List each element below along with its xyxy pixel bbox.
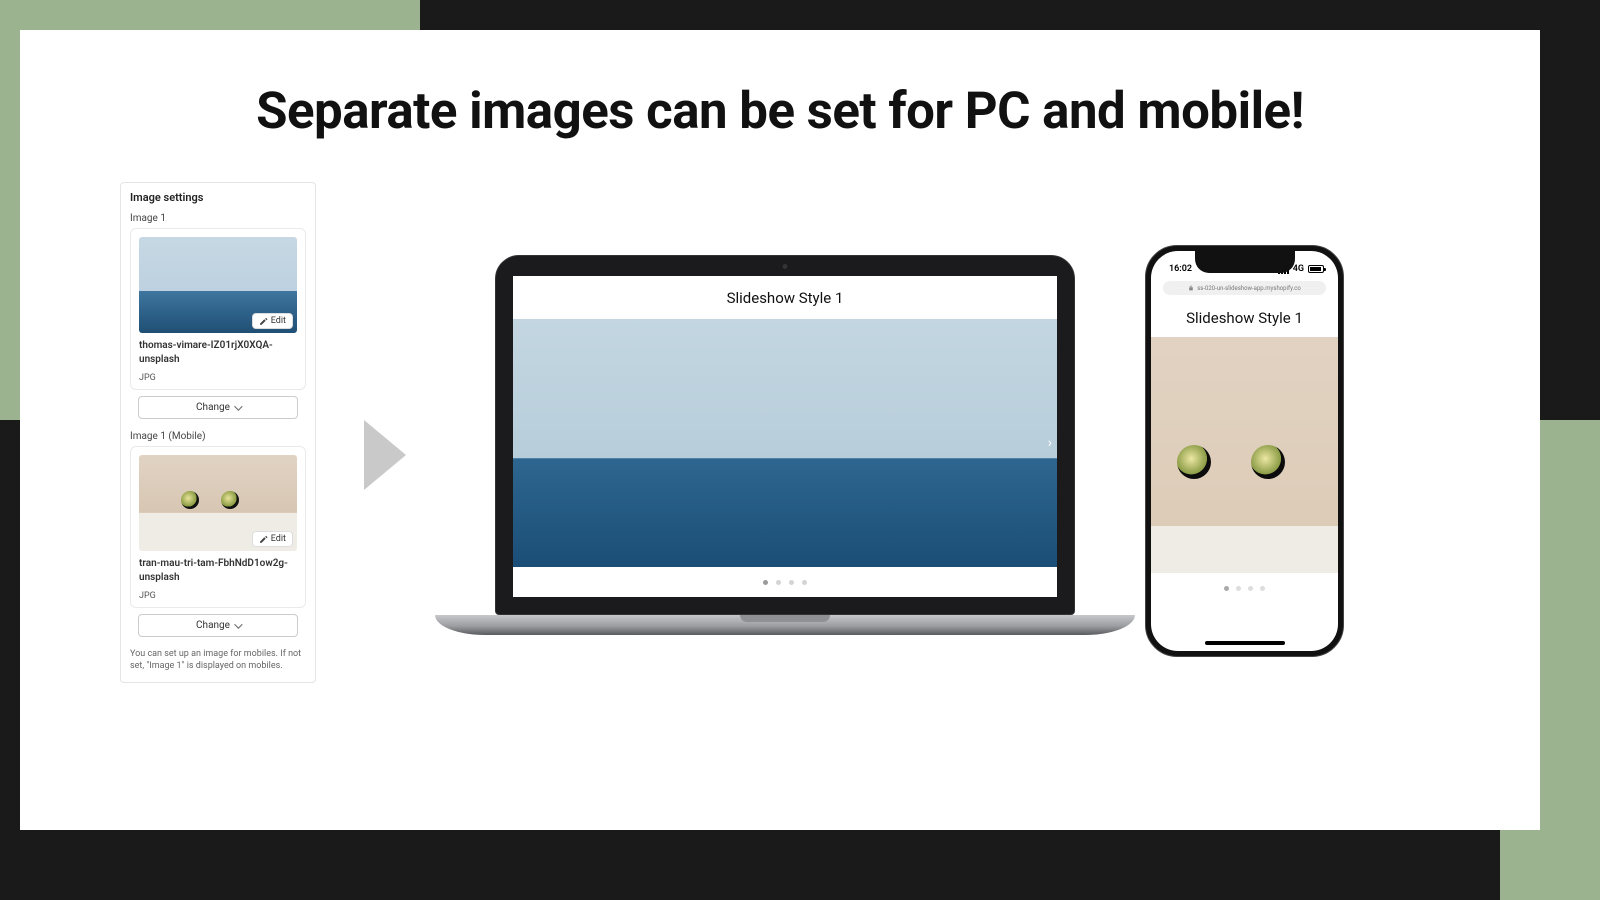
camera-icon [783,264,788,269]
phone-screen: 16:02 4G ss-020-un-slideshow-app.myshopi… [1151,251,1338,651]
laptop-slideshow-title: Slideshow Style 1 [513,276,1057,319]
edit-label: Edit [271,534,286,544]
image1-mobile-filename: tran-mau-tri-tam-FbhNdD1ow2g-unsplash [139,557,297,584]
image1-mobile-edit-button[interactable]: Edit [252,531,293,547]
carousel-next-icon[interactable]: › [1048,435,1052,451]
change-label: Change [196,620,230,631]
image1-mobile-filetype: JPG [139,591,297,601]
edit-label: Edit [271,316,286,326]
page-headline: Separate images can be set for PC and mo… [20,82,1540,141]
image1-mobile-change-button[interactable]: Change [138,614,298,637]
phone-mockup: 16:02 4G ss-020-un-slideshow-app.myshopi… [1145,245,1344,657]
carousel-dot[interactable] [1248,586,1253,591]
carousel-dots [513,567,1057,597]
phone-carousel-dots [1151,573,1338,603]
image1-label: Image 1 [121,210,315,228]
laptop-slide-image[interactable]: › [513,319,1057,567]
image1-mobile-thumbnail[interactable]: Edit [139,455,297,551]
carousel-dot[interactable] [1236,586,1241,591]
image1-filetype: JPG [139,373,297,383]
chevron-down-icon [234,620,242,628]
image1-card: Edit thomas-vimare-IZ01rjX0XQA-unsplash … [130,228,306,390]
carousel-dot[interactable] [1260,586,1265,591]
cat-eye-decor [1251,445,1285,479]
laptop-base [435,615,1135,635]
carousel-dot[interactable] [789,580,794,585]
image1-change-button[interactable]: Change [138,396,298,419]
image-settings-panel: Image settings Image 1 Edit thomas-vimar… [120,182,316,683]
cat-eye-decor [1177,445,1211,479]
image1-mobile-card: Edit tran-mau-tri-tam-FbhNdD1ow2g-unspla… [130,446,306,608]
laptop-mockup: Slideshow Style 1 › [495,255,1075,645]
mobile-image-help-text: You can set up an image for mobiles. If … [121,646,315,672]
phone-notch [1195,251,1295,273]
lock-icon [1188,285,1194,291]
laptop-hinge-notch [740,615,830,622]
image1-mobile-label: Image 1 (Mobile) [121,428,315,446]
page-canvas: Separate images can be set for PC and mo… [20,30,1540,830]
status-network: 4G [1293,264,1304,274]
carousel-dot[interactable] [763,580,768,585]
arrow-right-icon [364,420,406,490]
image1-thumbnail[interactable]: Edit [139,237,297,333]
phone-body: 16:02 4G ss-020-un-slideshow-app.myshopi… [1145,245,1344,657]
laptop-screen: Slideshow Style 1 › [513,276,1057,597]
address-bar[interactable]: ss-020-un-slideshow-app.myshopify.co [1163,281,1326,295]
phone-slideshow-title: Slideshow Style 1 [1151,299,1338,337]
change-label: Change [196,402,230,413]
settings-title: Image settings [121,183,315,210]
chevron-down-icon [234,402,242,410]
cat-eye-decor [181,491,199,509]
carousel-dot[interactable] [776,580,781,585]
image1-edit-button[interactable]: Edit [252,313,293,329]
battery-icon [1308,265,1324,273]
carousel-dot[interactable] [1224,586,1229,591]
cat-eye-decor [221,491,239,509]
address-text: ss-020-un-slideshow-app.myshopify.co [1197,285,1301,292]
image1-filename: thomas-vimare-IZ01rjX0XQA-unsplash [139,339,297,366]
pencil-icon [259,535,268,544]
pencil-icon [259,317,268,326]
phone-slide-image[interactable] [1151,337,1338,573]
home-indicator[interactable] [1205,641,1285,645]
status-time: 16:02 [1169,264,1192,274]
laptop-bezel: Slideshow Style 1 › [495,255,1075,615]
carousel-dot[interactable] [802,580,807,585]
